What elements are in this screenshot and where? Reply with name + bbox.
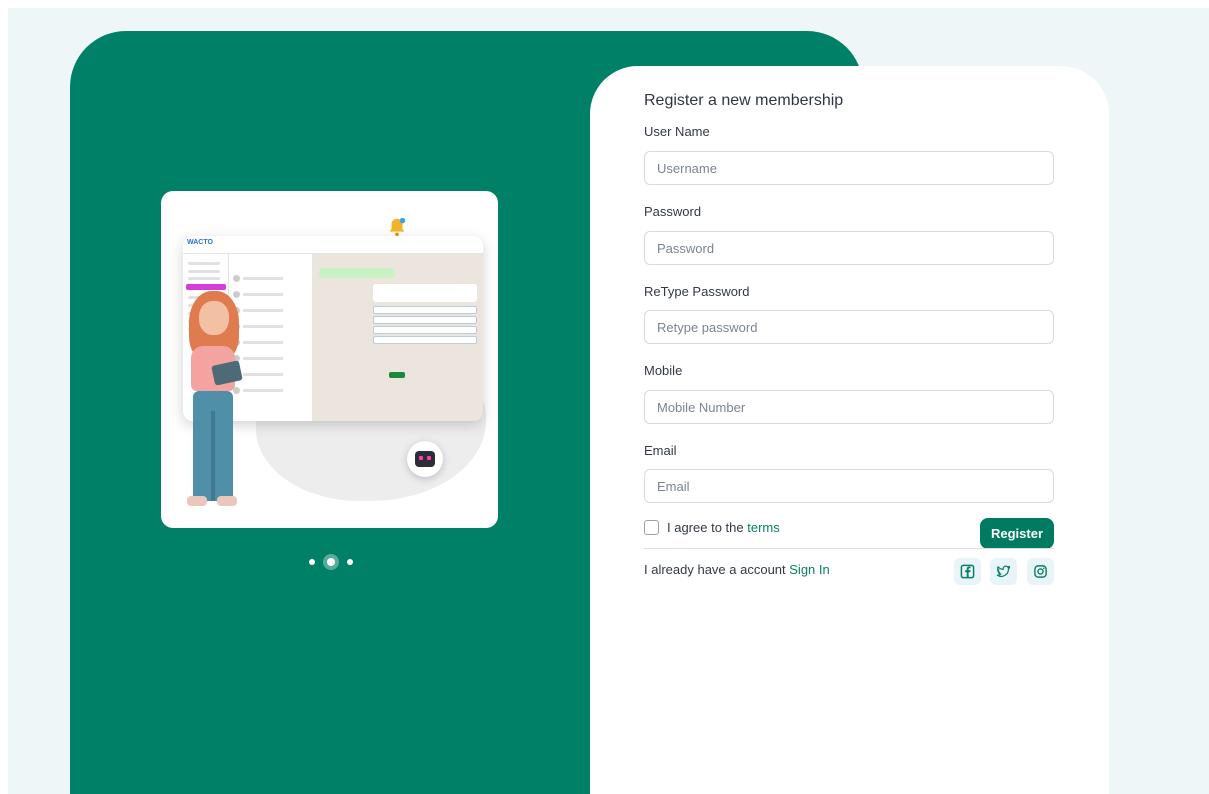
mobile-input[interactable] — [644, 390, 1054, 424]
carousel-dot-1[interactable] — [309, 559, 315, 565]
mockup-logo: WACTO — [187, 239, 213, 246]
email-label: Email — [644, 443, 677, 458]
carousel-dot-2-active[interactable] — [323, 554, 339, 570]
terms-row: I agree to the terms — [644, 520, 780, 535]
carousel-indicators — [309, 554, 353, 570]
register-button[interactable]: Register — [980, 518, 1054, 549]
have-account-text: I already have a account — [644, 562, 790, 577]
twitter-button[interactable] — [990, 558, 1017, 585]
password-input[interactable] — [644, 231, 1054, 265]
form-divider — [644, 548, 1054, 549]
terms-text: I agree to the terms — [667, 520, 780, 535]
chatbot-icon — [407, 441, 443, 477]
retype-password-label: ReType Password — [644, 284, 750, 299]
mobile-label: Mobile — [644, 363, 683, 378]
facebook-icon — [960, 564, 975, 579]
username-label: User Name — [644, 124, 710, 139]
carousel-dot-3[interactable] — [347, 559, 353, 565]
facebook-button[interactable] — [954, 558, 981, 585]
mockup-chat-window — [313, 254, 483, 421]
instagram-icon — [1034, 565, 1047, 578]
retype-password-input[interactable] — [644, 310, 1054, 344]
sign-in-row: I already have a account Sign In — [644, 562, 830, 577]
character-illustration — [181, 291, 251, 516]
sign-in-link[interactable]: Sign In — [789, 562, 829, 577]
bell-icon — [389, 217, 406, 237]
terms-prefix: I agree to the — [667, 520, 748, 535]
illustration-card: WACTO — [161, 191, 498, 528]
twitter-icon — [996, 565, 1011, 577]
password-label: Password — [644, 204, 702, 219]
terms-checkbox[interactable] — [644, 520, 659, 535]
username-input[interactable] — [644, 151, 1054, 185]
instagram-button[interactable] — [1027, 558, 1054, 585]
form-title: Register a new membership — [644, 92, 844, 109]
mockup-topbar: WACTO — [183, 236, 483, 254]
terms-link[interactable]: terms — [747, 520, 780, 535]
email-input[interactable] — [644, 469, 1054, 503]
